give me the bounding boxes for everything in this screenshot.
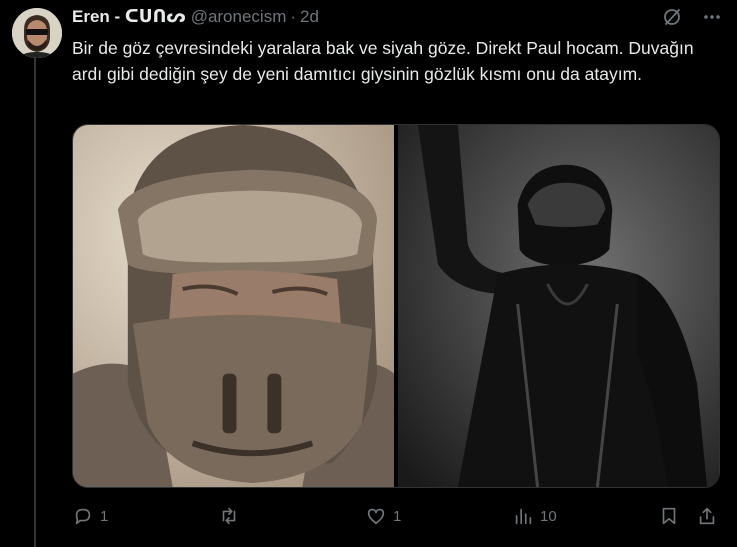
tweet-action-bar: 1 1 10 xyxy=(72,505,722,529)
reply-count: 1 xyxy=(100,507,109,525)
media-grid xyxy=(72,124,720,488)
views-count: 10 xyxy=(540,507,557,525)
thread-line xyxy=(34,58,36,547)
tweet-top-actions xyxy=(661,6,723,28)
views-button[interactable]: 10 xyxy=(512,505,557,527)
heart-icon xyxy=(367,508,385,525)
repost-button[interactable] xyxy=(218,505,246,527)
reply-icon xyxy=(75,508,91,525)
analytics-icon xyxy=(515,508,532,525)
display-name[interactable]: Eren - ᑕᑌᑎᔕ xyxy=(72,7,186,27)
grok-icon[interactable] xyxy=(661,6,683,28)
tweet-header: Eren - ᑕᑌᑎᔕ @aronecism · 2d xyxy=(72,7,319,27)
media-image-left[interactable] xyxy=(73,125,394,487)
like-count: 1 xyxy=(393,507,402,525)
bookmark-button[interactable] xyxy=(658,505,680,527)
reply-button[interactable]: 1 xyxy=(72,505,108,527)
black-stillsuit-raised-fist-illustration xyxy=(398,125,719,487)
repost-icon xyxy=(222,507,236,525)
like-button[interactable]: 1 xyxy=(365,505,401,527)
user-handle[interactable]: @aronecism xyxy=(191,7,287,27)
tweet-text: Bir de göz çevresindeki yaralara bak ve … xyxy=(72,38,694,84)
avatar-illustration xyxy=(12,8,62,58)
timestamp[interactable]: 2d xyxy=(300,7,319,27)
sandy-stillsuit-mask-illustration xyxy=(73,125,394,487)
share-button[interactable] xyxy=(696,505,718,527)
share-icon xyxy=(699,507,715,525)
separator-dot: · xyxy=(290,7,297,26)
more-icon[interactable] xyxy=(701,6,723,28)
avatar[interactable] xyxy=(12,8,62,58)
bookmark-icon xyxy=(662,507,676,525)
media-image-right[interactable] xyxy=(398,125,719,487)
